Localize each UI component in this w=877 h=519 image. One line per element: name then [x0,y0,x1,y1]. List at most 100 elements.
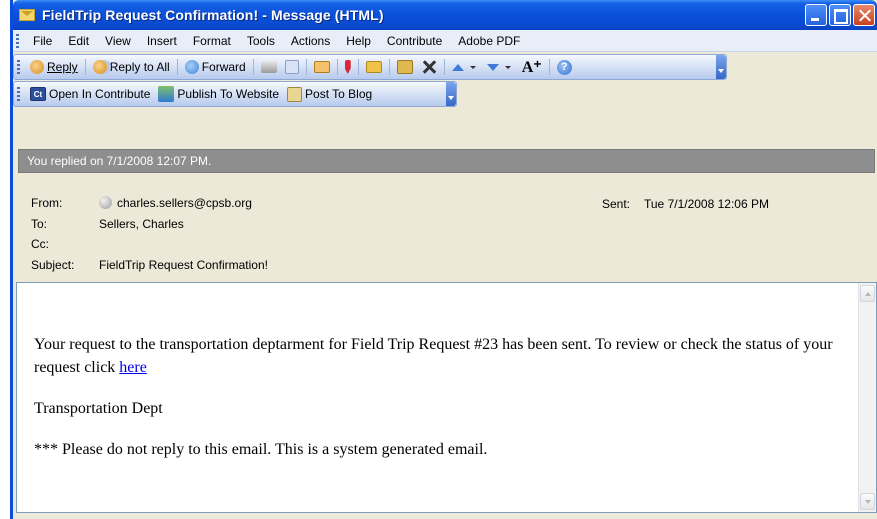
menu-edit[interactable]: Edit [60,34,97,48]
message-header: From: charles.sellers@cpsb.org Sent: Tue… [18,174,875,280]
body-paragraph: Your request to the transportation depta… [34,333,854,379]
font-size-icon: A⁺ [521,59,542,76]
toolbar-separator [176,59,178,75]
menu-bar: File Edit View Insert Format Tools Actio… [13,30,877,52]
from-value[interactable]: charles.sellers@cpsb.org [99,196,252,210]
scroll-up-button[interactable] [860,285,875,302]
body-paragraph-text: Your request to the transportation depta… [34,336,833,376]
publish-to-website-button[interactable]: Publish To Website [154,83,283,105]
next-item-button[interactable] [483,56,518,78]
publish-to-website-label: Publish To Website [177,87,280,101]
reply-all-icon [92,60,107,74]
message-text: Your request to the transportation depta… [34,333,854,461]
forward-icon [184,60,199,74]
message-body[interactable]: Your request to the transportation depta… [16,282,877,513]
copy-button[interactable] [281,56,303,78]
toolbar-grip[interactable] [17,87,20,101]
envelope-icon [313,61,330,73]
menu-file[interactable]: File [25,34,60,48]
mark-unread-button[interactable] [310,56,334,78]
toolbar-options-chevron[interactable] [716,55,726,79]
menu-tools[interactable]: Tools [239,34,283,48]
menu-grip[interactable] [16,33,19,48]
move-button[interactable] [393,56,417,78]
follow-up-button[interactable] [341,56,355,78]
previous-item-button[interactable] [448,56,483,78]
info-bar[interactable]: You replied on 7/1/2008 12:07 PM. [18,149,875,173]
move-icon [396,60,413,74]
menu-adobe-pdf[interactable]: Adobe PDF [450,34,528,48]
from-label: From: [31,196,63,210]
forward-button[interactable]: Forward [181,56,250,78]
menu-help[interactable]: Help [338,34,379,48]
menu-view[interactable]: View [97,34,139,48]
minimize-button[interactable] [805,4,827,26]
window-controls [805,4,875,26]
reply-icon [30,60,44,74]
font-size-button[interactable]: A⁺ [518,56,546,78]
open-in-contribute-label: Open In Contribute [49,87,151,101]
toolbar-separator [357,59,359,75]
to-label: To: [31,217,48,231]
toolbar-separator [443,59,445,75]
from-row: From: charles.sellers@cpsb.org [31,196,252,210]
sent-row: Sent: Tue 7/1/2008 12:06 PM [602,197,769,211]
subject-row: Subject: FieldTrip Request Confirmation! [31,258,268,272]
cc-row: Cc: [31,237,99,251]
close-button[interactable] [853,4,875,26]
publish-icon [158,86,175,102]
post-to-blog-button[interactable]: Post To Blog [283,83,376,105]
help-icon: ? [556,59,572,75]
folder-icon [365,61,382,73]
toolbar-separator [336,59,338,75]
blog-icon [287,86,303,102]
title-bar[interactable]: FieldTrip Request Confirmation! - Messag… [13,0,877,30]
reply-label: Reply [47,60,78,74]
next-arrow-icon [486,63,499,71]
menu-actions[interactable]: Actions [283,34,338,48]
scroll-down-button[interactable] [860,493,875,510]
presence-icon [99,196,112,209]
menu-format[interactable]: Format [185,34,239,48]
flag-icon [344,60,351,74]
dropdown-arrow-icon [469,65,476,69]
menu-contribute[interactable]: Contribute [379,34,450,48]
toolbar-grip[interactable] [17,60,20,74]
post-to-blog-label: Post To Blog [305,87,373,101]
toolbar-separator [548,59,550,75]
to-value[interactable]: Sellers, Charles [99,217,184,231]
contribute-toolbar: Ct Open In Contribute Publish To Website… [13,81,457,107]
contribute-icon: Ct [30,87,46,101]
reply-all-label: Reply to All [109,60,170,74]
standard-toolbar: Reply Reply to All Forward A⁺ ? [13,54,727,80]
delete-icon [421,59,437,75]
forward-label: Forward [201,60,246,74]
window-title: FieldTrip Request Confirmation! - Messag… [42,7,384,23]
dropdown-arrow-icon [504,65,511,69]
system-notice: *** Please do not reply to this email. T… [34,441,488,458]
previous-arrow-icon [451,63,464,71]
from-address: charles.sellers@cpsb.org [117,196,252,210]
open-in-contribute-button[interactable]: Ct Open In Contribute [26,83,154,105]
toolbar-separator [252,59,254,75]
envelope-icon [19,9,35,21]
toolbar-options-chevron[interactable] [446,82,456,106]
reply-all-button[interactable]: Reply to All [89,56,174,78]
signature: Transportation Dept [34,400,163,417]
toolbar-separator [388,59,390,75]
delete-button[interactable] [417,56,441,78]
maximize-button[interactable] [829,4,851,26]
message-window: FieldTrip Request Confirmation! - Messag… [10,0,877,519]
sent-label: Sent: [602,197,631,211]
cc-label: Cc: [31,237,49,251]
to-row: To: Sellers, Charles [31,217,184,231]
vertical-scrollbar[interactable] [858,283,876,512]
status-link[interactable]: here [119,359,147,376]
print-button[interactable] [257,56,281,78]
help-button[interactable]: ? [553,56,576,78]
move-to-folder-button[interactable] [362,56,386,78]
menu-insert[interactable]: Insert [139,34,185,48]
reply-button[interactable]: Reply [26,56,82,78]
toolbar-separator [84,59,86,75]
print-icon [260,61,277,73]
